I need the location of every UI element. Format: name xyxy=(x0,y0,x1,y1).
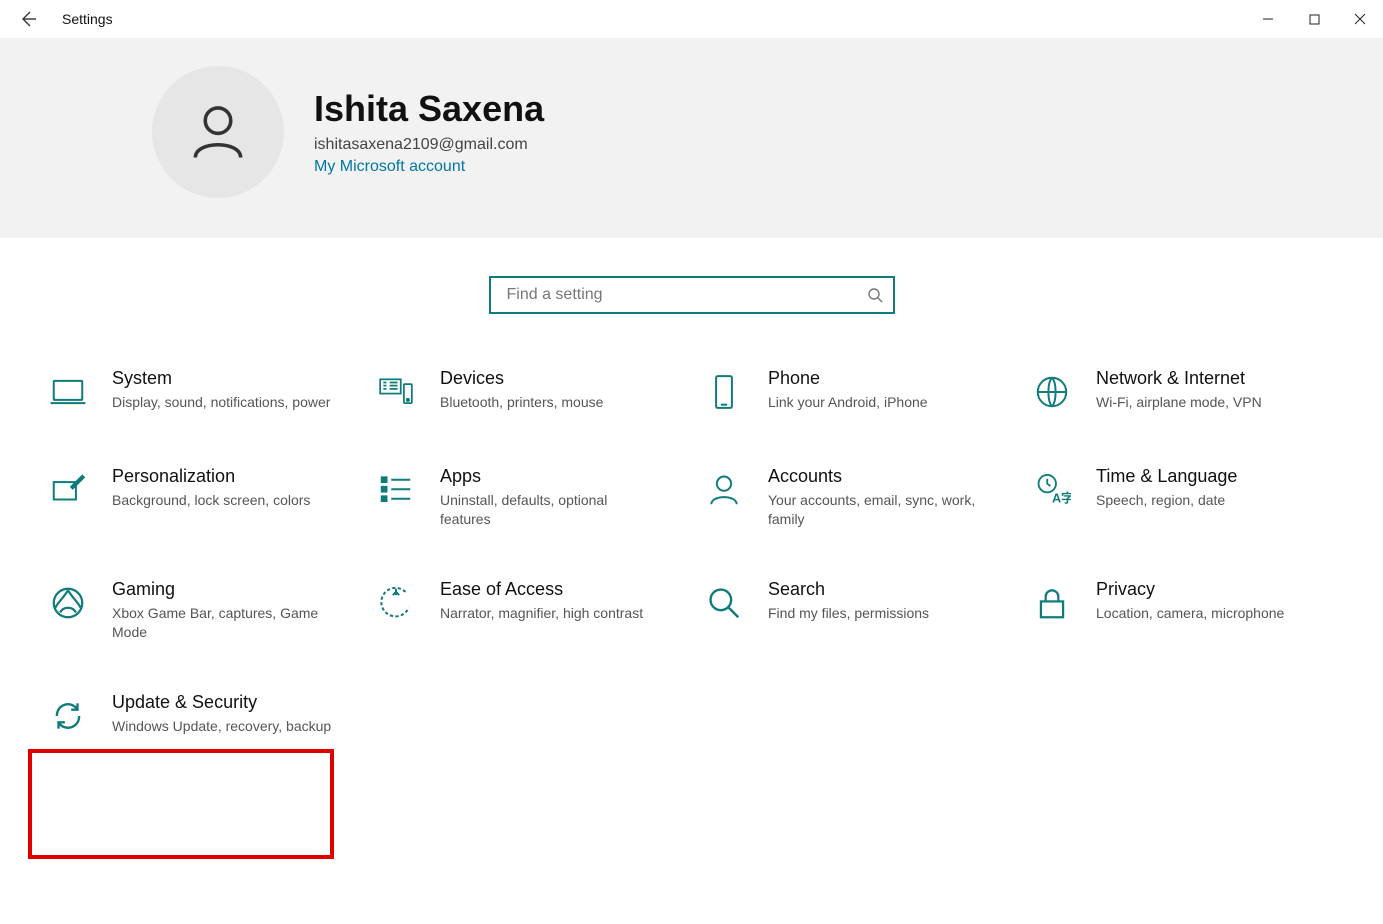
tile-title: Accounts xyxy=(768,466,988,487)
accounts-icon xyxy=(705,471,743,509)
search-tile-icon xyxy=(705,584,743,622)
back-button[interactable] xyxy=(14,5,42,33)
maximize-icon xyxy=(1309,14,1320,25)
profile-header: Ishita Saxena ishitasaxena2109@gmail.com… xyxy=(0,38,1383,238)
tile-gaming[interactable]: Gaming Xbox Game Bar, captures, Game Mod… xyxy=(38,573,366,648)
settings-grid: System Display, sound, notifications, po… xyxy=(0,362,1383,776)
tile-accounts[interactable]: Accounts Your accounts, email, sync, wor… xyxy=(694,460,1022,535)
phone-icon xyxy=(705,373,743,411)
svg-text:A字: A字 xyxy=(1052,491,1071,506)
tile-time-language[interactable]: A字 Time & Language Speech, region, date xyxy=(1022,460,1350,535)
gaming-icon xyxy=(49,584,87,622)
tile-system[interactable]: System Display, sound, notifications, po… xyxy=(38,362,366,422)
tile-desc: Speech, region, date xyxy=(1096,491,1237,510)
tile-desc: Xbox Game Bar, captures, Game Mode xyxy=(112,604,332,642)
search-icon xyxy=(867,287,883,303)
globe-icon xyxy=(1033,373,1071,411)
search-input[interactable] xyxy=(505,285,867,305)
tile-title: System xyxy=(112,368,330,389)
minimize-icon xyxy=(1262,13,1274,25)
arrow-left-icon xyxy=(18,9,38,29)
tile-desc: Link your Android, iPhone xyxy=(768,393,928,412)
profile-name: Ishita Saxena xyxy=(314,88,544,130)
tile-phone[interactable]: Phone Link your Android, iPhone xyxy=(694,362,1022,422)
ease-of-access-icon xyxy=(377,584,415,622)
tile-desc: Find my files, permissions xyxy=(768,604,929,623)
tile-search[interactable]: Search Find my files, permissions xyxy=(694,573,1022,648)
microsoft-account-link[interactable]: My Microsoft account xyxy=(314,158,465,175)
tile-desc: Windows Update, recovery, backup xyxy=(112,717,331,736)
tile-desc: Uninstall, defaults, optional features xyxy=(440,491,660,529)
time-language-icon: A字 xyxy=(1033,471,1071,509)
tile-ease-of-access[interactable]: Ease of Access Narrator, magnifier, high… xyxy=(366,573,694,648)
tile-network[interactable]: Network & Internet Wi-Fi, airplane mode,… xyxy=(1022,362,1350,422)
update-icon xyxy=(49,697,87,735)
close-icon xyxy=(1354,13,1366,25)
tile-update-security[interactable]: Update & Security Windows Update, recove… xyxy=(38,686,366,746)
tile-personalization[interactable]: Personalization Background, lock screen,… xyxy=(38,460,366,535)
titlebar: Settings xyxy=(0,0,1383,38)
apps-icon xyxy=(377,471,415,509)
tile-desc: Display, sound, notifications, power xyxy=(112,393,330,412)
tile-title: Network & Internet xyxy=(1096,368,1262,389)
tile-title: Phone xyxy=(768,368,928,389)
tile-title: Time & Language xyxy=(1096,466,1237,487)
profile-email: ishitasaxena2109@gmail.com xyxy=(314,136,544,154)
tile-title: Devices xyxy=(440,368,603,389)
tile-apps[interactable]: Apps Uninstall, defaults, optional featu… xyxy=(366,460,694,535)
tile-title: Privacy xyxy=(1096,579,1284,600)
app-title: Settings xyxy=(62,11,113,27)
person-icon xyxy=(184,98,252,166)
lock-icon xyxy=(1033,584,1071,622)
close-button[interactable] xyxy=(1337,3,1383,35)
tile-title: Personalization xyxy=(112,466,310,487)
tile-title: Ease of Access xyxy=(440,579,643,600)
tile-desc: Bluetooth, printers, mouse xyxy=(440,393,603,412)
avatar[interactable] xyxy=(152,66,284,198)
tile-desc: Your accounts, email, sync, work, family xyxy=(768,491,988,529)
tile-title: Search xyxy=(768,579,929,600)
tile-desc: Location, camera, microphone xyxy=(1096,604,1284,623)
personalization-icon xyxy=(49,471,87,509)
tile-desc: Wi-Fi, airplane mode, VPN xyxy=(1096,393,1262,412)
devices-icon xyxy=(377,373,415,411)
tile-desc: Narrator, magnifier, high contrast xyxy=(440,604,643,623)
tile-title: Update & Security xyxy=(112,692,331,713)
tile-devices[interactable]: Devices Bluetooth, printers, mouse xyxy=(366,362,694,422)
minimize-button[interactable] xyxy=(1245,3,1291,35)
tile-desc: Background, lock screen, colors xyxy=(112,491,310,510)
tile-title: Gaming xyxy=(112,579,332,600)
search-box[interactable] xyxy=(489,276,895,314)
tile-title: Apps xyxy=(440,466,660,487)
tile-privacy[interactable]: Privacy Location, camera, microphone xyxy=(1022,573,1350,648)
maximize-button[interactable] xyxy=(1291,3,1337,35)
system-icon xyxy=(49,373,87,411)
